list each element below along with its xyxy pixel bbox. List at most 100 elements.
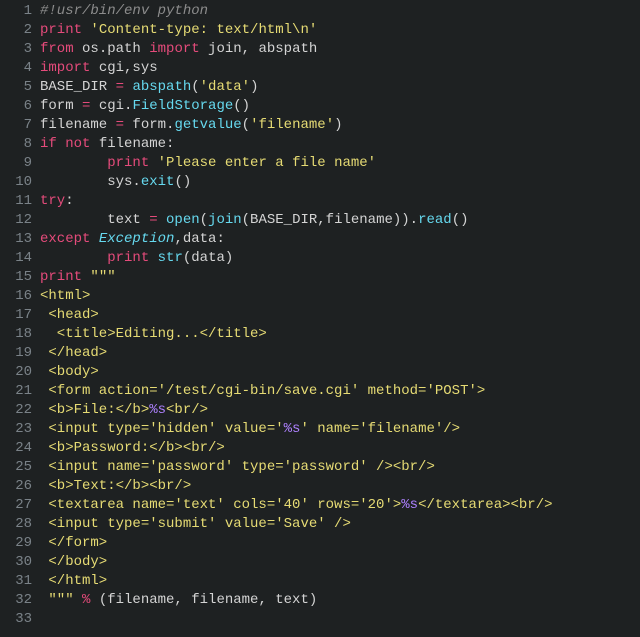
code-token (74, 592, 82, 608)
code-token: print (40, 269, 82, 285)
code-line[interactable]: </head> (40, 344, 640, 363)
code-token: <head> (40, 307, 99, 323)
code-line[interactable]: print 'Please enter a file name' (40, 154, 640, 173)
line-number: 27 (0, 496, 32, 515)
code-token: form. (124, 117, 174, 133)
line-number: 4 (0, 59, 32, 78)
line-number: 9 (0, 154, 32, 173)
line-number: 7 (0, 116, 32, 135)
code-token: str (158, 250, 183, 266)
code-token (90, 231, 98, 247)
code-token: <input type='hidden' value=' (40, 421, 284, 437)
code-token: <b>Password:</b><br/> (40, 440, 225, 456)
code-line[interactable]: print str(data) (40, 249, 640, 268)
code-token: FieldStorage (132, 98, 233, 114)
code-token: join (208, 212, 242, 228)
code-line[interactable]: except Exception,data: (40, 230, 640, 249)
code-token: filename: (90, 136, 174, 152)
code-token: = (116, 117, 124, 133)
code-line[interactable]: <input type='submit' value='Save' /> (40, 515, 640, 534)
code-line[interactable] (40, 610, 640, 629)
code-line[interactable]: print 'Content-type: text/html\n' (40, 21, 640, 40)
code-line[interactable]: <b>File:</b>%s<br/> (40, 401, 640, 420)
line-number: 20 (0, 363, 32, 382)
code-line[interactable]: #!usr/bin/env python (40, 2, 640, 21)
code-token: <form action='/test/cgi-bin/save.cgi' me… (40, 383, 485, 399)
code-token: cgi,sys (90, 60, 157, 76)
code-token: #!usr/bin/env python (40, 3, 208, 19)
code-token: BASE_DIR (40, 79, 116, 95)
code-line[interactable]: <body> (40, 363, 640, 382)
code-token: (data) (183, 250, 233, 266)
code-token: <textarea name='text' cols='40' rows='20… (40, 497, 401, 513)
code-token: open (166, 212, 200, 228)
line-number: 17 (0, 306, 32, 325)
code-line[interactable]: </form> (40, 534, 640, 553)
code-token: %s (149, 402, 166, 418)
code-line[interactable]: </body> (40, 553, 640, 572)
code-line[interactable]: form = cgi.FieldStorage() (40, 97, 640, 116)
code-line[interactable]: if not filename: (40, 135, 640, 154)
code-token: getvalue (174, 117, 241, 133)
code-token: except (40, 231, 90, 247)
code-token: () (233, 98, 250, 114)
line-number: 23 (0, 420, 32, 439)
code-token: <br/> (166, 402, 208, 418)
code-line[interactable]: <b>Password:</b><br/> (40, 439, 640, 458)
code-line[interactable]: <textarea name='text' cols='40' rows='20… (40, 496, 640, 515)
code-token: %s (401, 497, 418, 513)
code-token: ,data: (174, 231, 224, 247)
line-number: 30 (0, 553, 32, 572)
line-number-gutter: 1234567891011121314151617181920212223242… (0, 0, 40, 637)
line-number: 6 (0, 97, 32, 116)
code-token: </form> (40, 535, 107, 551)
code-token: ( (200, 212, 208, 228)
code-line[interactable]: <input type='hidden' value='%s' name='fi… (40, 420, 640, 439)
code-token: %s (284, 421, 301, 437)
line-number: 11 (0, 192, 32, 211)
code-line[interactable]: <b>Text:</b><br/> (40, 477, 640, 496)
code-token: ( (191, 79, 199, 95)
code-token: not (65, 136, 90, 152)
line-number: 28 (0, 515, 32, 534)
code-line[interactable]: <head> (40, 306, 640, 325)
code-line[interactable]: import cgi,sys (40, 59, 640, 78)
code-token: ' name='filename'/> (300, 421, 460, 437)
code-token: </body> (40, 554, 107, 570)
code-token: import (40, 60, 90, 76)
line-number: 10 (0, 173, 32, 192)
code-line[interactable]: sys.exit() (40, 173, 640, 192)
code-line[interactable]: try: (40, 192, 640, 211)
code-token: form (40, 98, 82, 114)
line-number: 33 (0, 610, 32, 629)
code-token: <html> (40, 288, 90, 304)
code-token: os.path (74, 41, 150, 57)
code-editor: 1234567891011121314151617181920212223242… (0, 0, 640, 637)
code-token: exit (141, 174, 175, 190)
code-area[interactable]: #!usr/bin/env python print 'Content-type:… (40, 0, 640, 637)
code-line[interactable]: text = open(join(BASE_DIR,filename)).rea… (40, 211, 640, 230)
code-token: join, abspath (200, 41, 318, 57)
code-token (149, 155, 157, 171)
line-number: 13 (0, 230, 32, 249)
line-number: 2 (0, 21, 32, 40)
code-line[interactable]: <title>Editing...</title> (40, 325, 640, 344)
code-token (158, 212, 166, 228)
code-token: 'Content-type: text/html\n' (90, 22, 317, 38)
code-line[interactable]: BASE_DIR = abspath('data') (40, 78, 640, 97)
code-token (57, 136, 65, 152)
code-token: filename (40, 117, 116, 133)
code-line[interactable]: </html> (40, 572, 640, 591)
code-line[interactable]: <html> (40, 287, 640, 306)
line-number: 16 (0, 287, 32, 306)
code-line[interactable]: <form action='/test/cgi-bin/save.cgi' me… (40, 382, 640, 401)
code-line[interactable]: print """ (40, 268, 640, 287)
code-line[interactable]: filename = form.getvalue('filename') (40, 116, 640, 135)
code-line[interactable]: <input name='password' type='password' /… (40, 458, 640, 477)
line-number: 26 (0, 477, 32, 496)
code-line[interactable]: from os.path import join, abspath (40, 40, 640, 59)
line-number: 8 (0, 135, 32, 154)
code-line[interactable]: """ % (filename, filename, text) (40, 591, 640, 610)
code-token: print (107, 250, 149, 266)
line-number: 1 (0, 2, 32, 21)
